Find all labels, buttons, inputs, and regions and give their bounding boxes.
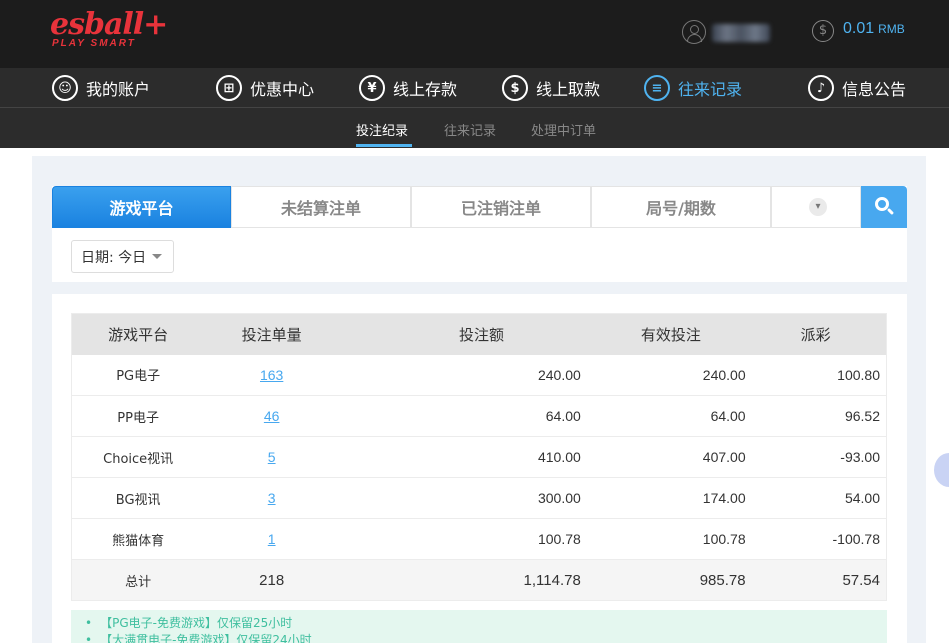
cell-valid: 174.00 [580, 477, 746, 519]
balance-unit: RMB [878, 22, 905, 36]
nav-deposit[interactable]: ¥ 线上存款 [359, 74, 457, 102]
bet-count-link[interactable]: 5 [268, 449, 276, 465]
col-header: 投注额 [339, 313, 581, 355]
search-button[interactable] [861, 186, 907, 228]
deposit-icon: ¥ [359, 75, 385, 101]
tab-cancelled[interactable]: 已注销注单 [411, 186, 591, 228]
top-header: esball+ PLAY SMART $ 0.01 RMB [0, 0, 949, 68]
total-count: 218 [204, 559, 340, 601]
nav-label: 我的账户 [86, 80, 151, 99]
logo-main-text: esball+ [50, 7, 168, 42]
withdraw-icon: $ [502, 75, 528, 101]
nav-announcements[interactable]: ♪ 信息公告 [808, 74, 906, 102]
floating-side-button[interactable] [934, 453, 949, 487]
nav-label: 往来记录 [678, 80, 743, 99]
table-row: BG视讯 3 300.00 174.00 54.00 [71, 477, 887, 519]
bet-count-link[interactable]: 3 [268, 490, 276, 506]
bet-count-link[interactable]: 163 [260, 367, 283, 383]
main-nav: ☺ 我的账户 ⊞ 优惠中心 ¥ 线上存款 $ 线上取款 ≡ 往来记录 ♪ 信息公… [0, 68, 949, 108]
cell-bet: 100.78 [339, 518, 581, 560]
more-tabs-button[interactable]: ▾ [771, 186, 861, 228]
cell-platform: 熊猫体育 [71, 518, 205, 560]
cell-payout: -100.78 [745, 518, 887, 560]
cell-payout: 54.00 [745, 477, 887, 519]
cell-platform: Choice视讯 [71, 436, 205, 478]
nav-label: 线上存款 [393, 80, 458, 99]
gift-icon: ⊞ [216, 75, 242, 101]
nav-label: 优惠中心 [250, 80, 315, 99]
cell-payout: 100.80 [745, 354, 887, 396]
table-row: PG电子 163 240.00 240.00 100.80 [71, 354, 887, 396]
esball-logo[interactable]: esball+ PLAY SMART [50, 7, 168, 58]
cell-payout: 96.52 [745, 395, 887, 437]
tab-unsettled[interactable]: 未结算注单 [231, 186, 411, 228]
chevron-down-icon: ▾ [809, 198, 827, 216]
cell-valid: 240.00 [580, 354, 746, 396]
dollar-coin-icon: $ [812, 20, 834, 42]
cell-bet: 240.00 [339, 354, 581, 396]
record-icon: ≡ [644, 75, 670, 101]
cell-valid: 100.78 [580, 518, 746, 560]
table-total-row: 总计 218 1,114.78 985.78 57.54 [71, 559, 887, 601]
bet-summary-table: 游戏平台 投注单量 投注额 有效投注 派彩 PG电子 163 240.00 24… [71, 313, 887, 601]
user-icon[interactable] [682, 20, 706, 44]
total-bet: 1,114.78 [339, 559, 581, 601]
balance-value: 0.01 [843, 20, 875, 37]
notice-list: 【PG电子-免费游戏】仅保留25小时 【大满贯电子-免费游戏】仅保留24小时 [71, 610, 887, 643]
notice-item: 【PG电子-免费游戏】仅保留25小时 [85, 615, 887, 632]
col-header: 有效投注 [580, 313, 746, 355]
table-row: PP电子 46 64.00 64.00 96.52 [71, 395, 887, 437]
cell-bet: 410.00 [339, 436, 581, 478]
balance-display: 0.01 RMB [843, 20, 905, 38]
cell-bet: 300.00 [339, 477, 581, 519]
username-redacted [712, 24, 770, 42]
col-header: 派彩 [745, 313, 887, 355]
nav-label: 信息公告 [842, 80, 907, 99]
user-icon: ☺ [52, 75, 78, 101]
search-icon-handle [886, 207, 895, 216]
cell-valid: 64.00 [580, 395, 746, 437]
bell-icon: ♪ [808, 75, 834, 101]
subtab-bet-records[interactable]: 投注纪录 [356, 120, 408, 139]
total-payout: 57.54 [745, 559, 887, 601]
nav-label: 线上取款 [536, 80, 601, 99]
tab-round-number[interactable]: 局号/期数 [591, 186, 771, 228]
total-label: 总计 [71, 559, 205, 601]
total-valid: 985.78 [580, 559, 746, 601]
caret-down-icon [152, 254, 163, 259]
cell-platform: PG电子 [71, 354, 205, 396]
cell-platform: PP电子 [71, 395, 205, 437]
table-row: 熊猫体育 1 100.78 100.78 -100.78 [71, 518, 887, 560]
bet-count-link[interactable]: 1 [268, 531, 276, 547]
bet-count-link[interactable]: 46 [264, 408, 280, 424]
notice-item: 【大满贯电子-免费游戏】仅保留24小时 [85, 632, 887, 643]
cell-payout: -93.00 [745, 436, 887, 478]
active-subtab-indicator [356, 144, 412, 147]
sub-nav: 投注纪录 往来记录 处理中订单 [0, 108, 949, 148]
col-header: 游戏平台 [71, 313, 205, 355]
subtab-transactions[interactable]: 往来记录 [444, 120, 496, 139]
table-row: Choice视讯 5 410.00 407.00 -93.00 [71, 436, 887, 478]
nav-withdraw[interactable]: $ 线上取款 [502, 74, 600, 102]
cell-valid: 407.00 [580, 436, 746, 478]
table-header-row: 游戏平台 投注单量 投注额 有效投注 派彩 [71, 313, 887, 355]
nav-records[interactable]: ≡ 往来记录 [644, 74, 742, 102]
col-header: 投注单量 [204, 313, 340, 355]
nav-my-account[interactable]: ☺ 我的账户 [52, 74, 150, 102]
date-filter-label: 日期: 今日 [81, 249, 147, 266]
cell-bet: 64.00 [339, 395, 581, 437]
subtab-pending-orders[interactable]: 处理中订单 [531, 120, 596, 139]
cell-platform: BG视讯 [71, 477, 205, 519]
tab-game-platform[interactable]: 游戏平台 [52, 186, 231, 228]
date-filter-select[interactable]: 日期: 今日 [71, 240, 174, 273]
nav-promotions[interactable]: ⊞ 优惠中心 [216, 74, 314, 102]
